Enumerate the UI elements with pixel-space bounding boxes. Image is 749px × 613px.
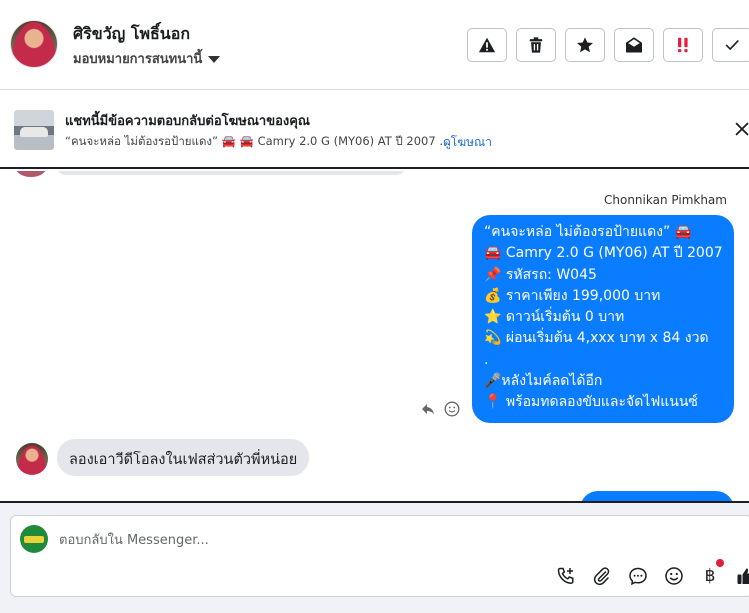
close-icon[interactable] — [733, 120, 749, 138]
notification-dot — [716, 559, 724, 567]
trash-icon — [529, 37, 543, 53]
chat-bubble-icon — [629, 567, 647, 586]
mark-unread-icon — [625, 37, 643, 53]
incoming-message-bubble[interactable]: ลองเอาวีดีโอลงในเฟสส่วนตัวพี่หน่อย — [57, 439, 310, 476]
ad-thumbnail[interactable] — [14, 110, 54, 150]
conversation-header: ศิริขวัญ โพธิ์นอก มอบหมายการสนทนานี้ — [0, 0, 749, 90]
assign-label: มอบหมายการสนทนานี้ — [73, 52, 203, 67]
react-emoji-icon[interactable] — [444, 401, 460, 417]
message-line: ⭐ ดาวน์เริ่มต้น 0 บาท — [484, 309, 625, 326]
baht-icon: ฿ — [704, 566, 716, 586]
contact-avatar-small[interactable] — [16, 443, 48, 475]
message-thread[interactable]: Chonnikan Pimkham “คนจะหล่อ ไม่ต้องรอป้า… — [0, 171, 749, 502]
message-line: 📍 พร้อมทดลองขับและจัดไฟแนนซ์ — [484, 394, 698, 411]
message-actions — [420, 401, 460, 417]
contact-avatar-previous — [16, 171, 46, 177]
saved-replies-button[interactable] — [626, 564, 650, 588]
header-actions — [467, 28, 749, 62]
reply-icon[interactable] — [420, 401, 436, 417]
priority-icon — [678, 37, 688, 53]
contact-avatar[interactable] — [10, 20, 58, 68]
reply-input[interactable] — [59, 530, 659, 550]
mark-done-button[interactable] — [712, 28, 749, 62]
priority-button[interactable] — [663, 28, 703, 62]
message-line: 📌 รหัสรถ: W045 — [484, 266, 597, 283]
phone-plus-icon — [557, 567, 574, 585]
done-check-icon — [725, 40, 739, 50]
like-button[interactable] — [734, 564, 749, 588]
delete-button[interactable] — [516, 28, 556, 62]
call-button[interactable] — [554, 564, 578, 588]
emoji-button[interactable] — [662, 564, 686, 588]
payment-button[interactable]: ฿ — [698, 559, 724, 588]
star-icon — [577, 37, 593, 53]
ad-banner-title: แชทนี้มีข้อความตอบกลับต่อโฆษณาของคุณ — [65, 114, 310, 129]
report-button[interactable] — [467, 28, 507, 62]
message-line: “คนจะหล่อ ไม่ต้องรอป้ายแดง” 🚘 — [484, 224, 693, 240]
composer-area: ฿ — [0, 503, 749, 613]
ad-banner-subtitle: “คนจะหล่อ ไม่ต้องรอป้ายแดง” 🚘 🚘 Camry 2.… — [65, 134, 451, 148]
contact-name[interactable]: ศิริขวัญ โพธิ์นอก — [73, 22, 190, 47]
previous-message-bubble — [56, 171, 406, 175]
star-button[interactable] — [565, 28, 605, 62]
assign-conversation-dropdown[interactable]: มอบหมายการสนทนานี้ — [73, 48, 221, 69]
mark-unread-button[interactable] — [614, 28, 654, 62]
ad-reply-banner: แชทนี้มีข้อความตอบกลับต่อโฆษณาของคุณ “คน… — [0, 91, 749, 169]
thumbs-up-icon — [737, 568, 749, 584]
message-line: . — [484, 351, 489, 368]
page-logo — [20, 525, 48, 553]
outgoing-message-bubble[interactable]: “คนจะหล่อ ไม่ต้องรอป้ายแดง” 🚘 🚘 Camry 2.… — [472, 215, 734, 423]
caret-down-icon — [208, 56, 221, 63]
emoji-icon — [665, 567, 683, 585]
composer-tools: ฿ — [554, 559, 749, 588]
report-icon — [478, 37, 496, 53]
composer-box: ฿ — [10, 515, 749, 597]
message-line: 🎤หลังไมค์ลดได้อีก — [484, 373, 603, 390]
paperclip-icon — [593, 567, 610, 586]
message-line: 🚘 Camry 2.0 G (MY06) AT ปี 2007 — [484, 245, 723, 262]
sender-name: Chonnikan Pimkham — [604, 193, 727, 207]
message-line: 💫 ผ่อนเริ่มต้น 4,xxx บาท x 84 งวด — [484, 330, 709, 347]
view-ad-link[interactable]: ดูโฆษณา — [443, 133, 492, 152]
attach-button[interactable] — [590, 564, 614, 588]
message-line: 💰 ราคาเพียง 199,000 บาท — [484, 287, 661, 304]
